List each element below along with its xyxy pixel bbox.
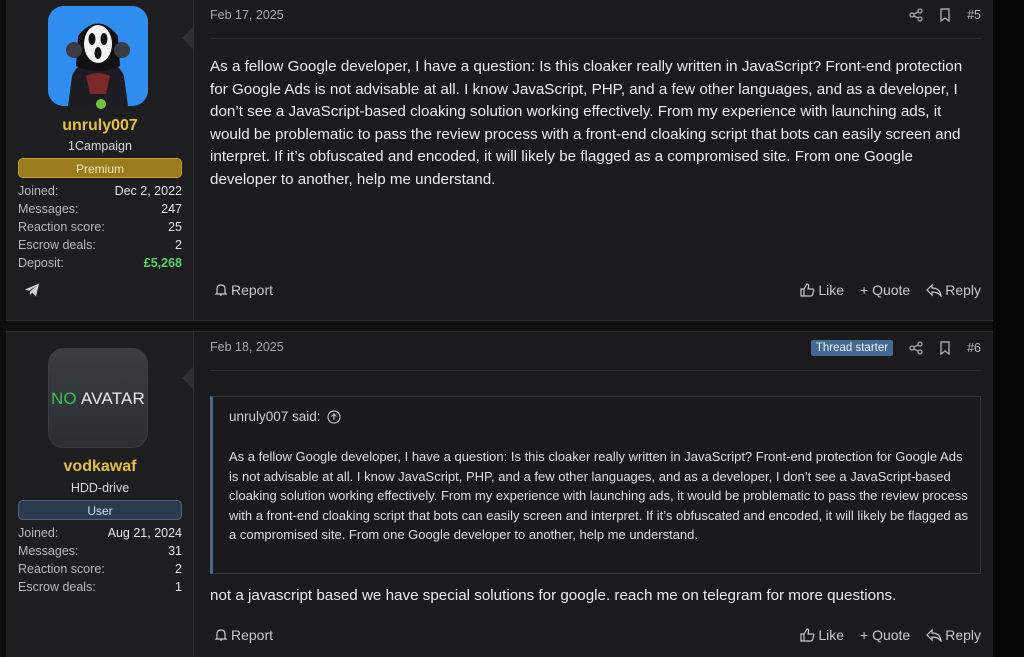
stat-value: 31: [168, 544, 182, 558]
stat-messages: Messages: 31: [18, 542, 182, 560]
user-sidebar: unruly007 1Campaign Premium Joined: Dec 2…: [6, 0, 194, 320]
stat-value: 2: [175, 562, 182, 576]
post-6: NO AVATAR vodkawaf HDD-drive User Joined…: [6, 332, 993, 657]
message-arrow: [182, 26, 194, 50]
bell-icon: [214, 629, 228, 641]
user-avatar[interactable]: [48, 6, 148, 106]
stat-label: Joined:: [18, 526, 59, 540]
like-label: Like: [818, 627, 844, 643]
stat-reaction-score: Reaction score: 25: [18, 218, 182, 236]
user-avatar[interactable]: NO AVATAR: [48, 348, 148, 448]
stat-escrow-deals: Escrow deals: 1: [18, 578, 182, 596]
page-edge: [993, 0, 1024, 657]
bookmark-icon[interactable]: [939, 8, 951, 22]
online-status-icon: [93, 96, 109, 112]
reply-button[interactable]: Reply: [926, 627, 981, 643]
reply-button[interactable]: Reply: [926, 282, 981, 298]
reply-label: Reply: [945, 627, 981, 643]
quote-header[interactable]: unruly007 said:: [229, 409, 341, 424]
stat-value: Dec 2, 2022: [114, 184, 182, 198]
stat-value: Aug 21, 2024: [107, 526, 182, 540]
bookmark-icon[interactable]: [939, 341, 951, 355]
user-banner: User: [18, 500, 182, 520]
divider: [210, 38, 981, 39]
stat-deposit: Deposit: £5,268: [18, 254, 182, 272]
username[interactable]: vodkawaf: [6, 458, 194, 476]
post-number[interactable]: #5: [967, 8, 981, 22]
share-icon[interactable]: [909, 8, 923, 22]
stat-joined: Joined: Dec 2, 2022: [18, 182, 182, 200]
post-separator: [6, 320, 993, 332]
like-button[interactable]: Like: [800, 282, 844, 298]
report-button[interactable]: Report: [214, 627, 273, 643]
stat-label: Messages:: [18, 202, 79, 216]
user-stats: Joined: Aug 21, 2024 Messages: 31 Reaction…: [18, 524, 182, 596]
stat-value: £5,268: [143, 256, 182, 270]
user-sidebar: NO AVATAR vodkawaf HDD-drive User Joined…: [6, 332, 194, 657]
bell-icon: [214, 284, 228, 296]
quote-button[interactable]: + Quote: [860, 627, 910, 643]
message-attribution: Feb 18, 2025 Thread starter #6: [210, 340, 981, 362]
post-date[interactable]: Feb 17, 2025: [210, 8, 284, 22]
like-label: Like: [818, 282, 844, 298]
stat-label: Messages:: [18, 544, 79, 558]
quote-block: unruly007 said: As a fellow Google devel…: [210, 396, 981, 574]
stat-value: 2: [175, 238, 182, 252]
report-label: Report: [231, 282, 274, 298]
stat-escrow-deals: Escrow deals: 2: [18, 236, 182, 254]
post-body: not a javascript based we have special s…: [210, 587, 897, 604]
post-body: As a fellow Google developer, I have a q…: [210, 58, 963, 188]
stat-messages: Messages: 247: [18, 200, 182, 218]
telegram-icon[interactable]: [24, 282, 40, 298]
user-title: 1Campaign: [68, 139, 132, 153]
message-attribution: Feb 17, 2025 #5: [210, 8, 981, 30]
stat-value: 25: [168, 220, 182, 234]
message-arrow: [182, 366, 194, 390]
user-stats: Joined: Dec 2, 2022 Messages: 247 Reaction…: [18, 182, 182, 272]
username[interactable]: unruly007: [6, 117, 194, 135]
message-main: Feb 18, 2025 Thread starter #6 unruly007…: [210, 332, 981, 657]
arrow-up-circle-icon[interactable]: [326, 409, 341, 424]
thread-starter-badge: Thread starter: [810, 340, 894, 356]
quote-label: + Quote: [860, 282, 911, 298]
share-icon[interactable]: [909, 341, 923, 355]
quote-text: As a fellow Google developer, I have a q…: [229, 449, 969, 542]
stat-label: Reaction score:: [18, 562, 105, 576]
reply-icon: [926, 628, 942, 642]
no-avatar-text-avatar: AVATAR: [80, 389, 146, 408]
post-5: unruly007 1Campaign Premium Joined: Dec 2…: [6, 0, 993, 320]
report-label: Report: [231, 627, 274, 643]
quote-author: unruly007 said:: [229, 409, 321, 424]
user-banner: Premium: [18, 158, 182, 178]
post-number[interactable]: #6: [967, 341, 981, 355]
no-avatar-text-no: NO: [50, 389, 77, 408]
stat-label: Escrow deals:: [18, 238, 96, 252]
stat-label: Joined:: [18, 184, 59, 198]
stat-label: Escrow deals:: [18, 580, 96, 594]
post-date[interactable]: Feb 18, 2025: [210, 340, 284, 354]
divider: [210, 370, 981, 371]
report-button[interactable]: Report: [214, 282, 273, 298]
stat-label: Deposit:: [18, 256, 64, 270]
ghostface-avatar-icon: [48, 6, 148, 106]
stat-value: 1: [175, 580, 182, 594]
reply-label: Reply: [945, 282, 981, 298]
stat-joined: Joined: Aug 21, 2024: [18, 524, 182, 542]
user-title: HDD-drive: [70, 481, 130, 495]
reply-icon: [926, 283, 942, 297]
quote-label: + Quote: [860, 627, 911, 643]
stat-label: Reaction score:: [18, 220, 105, 234]
stat-reaction-score: Reaction score: 2: [18, 560, 182, 578]
no-avatar-placeholder: NO AVATAR: [49, 389, 147, 409]
like-button[interactable]: Like: [800, 627, 844, 643]
quote-button[interactable]: + Quote: [860, 282, 910, 298]
thumbs-up-icon: [800, 628, 815, 642]
message-main: Feb 17, 2025 #5 As a fellow Google devel…: [210, 0, 981, 320]
thumbs-up-icon: [800, 283, 815, 297]
stat-value: 247: [161, 202, 182, 216]
